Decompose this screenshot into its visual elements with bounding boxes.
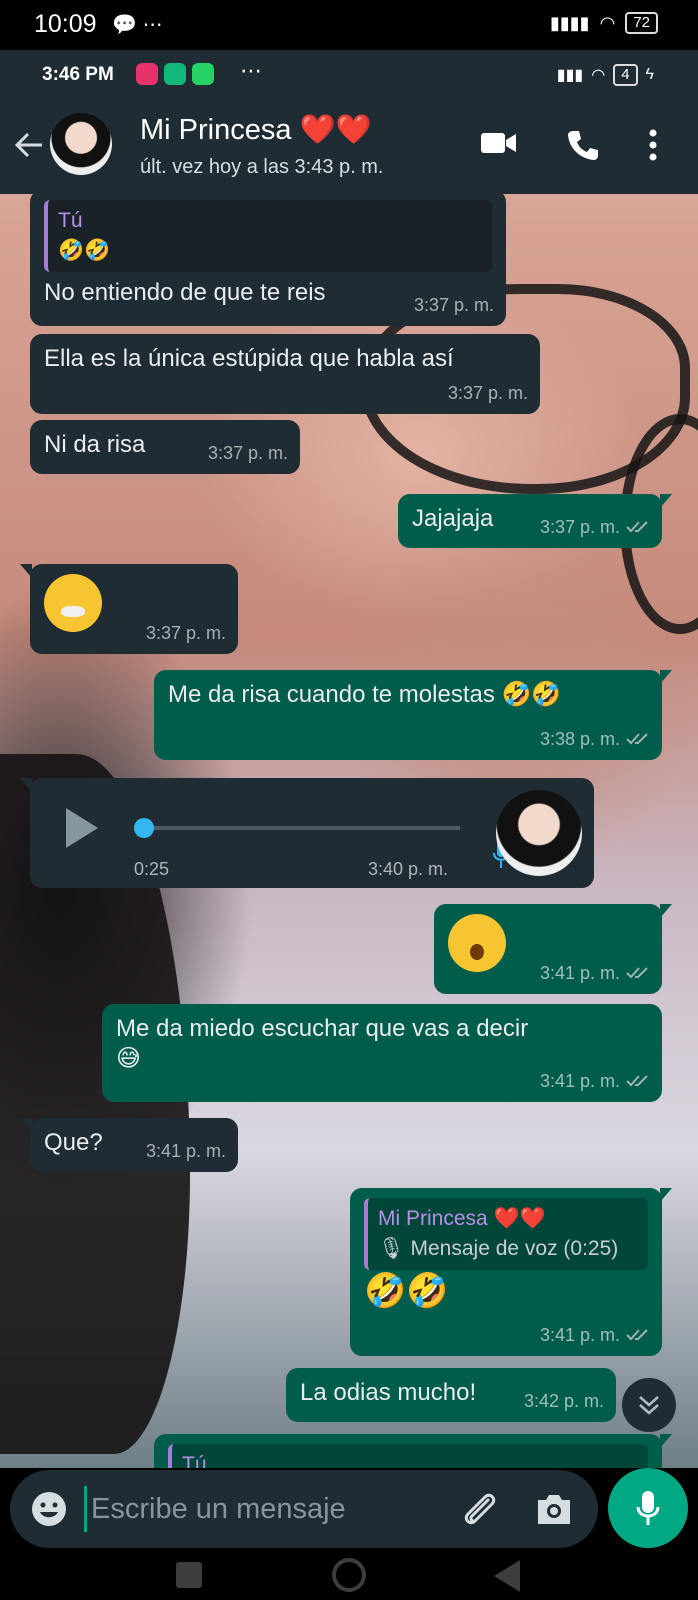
message-text: La odias mucho! — [300, 1379, 477, 1406]
scroll-to-bottom-button[interactable] — [622, 1378, 676, 1432]
voice-progress-track[interactable] — [142, 826, 460, 830]
battery-icon: 4 — [613, 64, 638, 86]
quote-author: Tú — [182, 1453, 207, 1468]
message-outgoing[interactable]: Tú — [154, 1434, 672, 1468]
battery-icon: 72 — [625, 12, 658, 34]
video-call-icon[interactable] — [480, 128, 518, 158]
home-button[interactable] — [332, 1558, 366, 1592]
message-time: 3:41 p. m. — [540, 1066, 650, 1096]
device-status-icons: ▮▮▮▮ ◠ 72 — [550, 12, 658, 34]
message-text: No entiendo de que te reis — [44, 279, 326, 306]
message-input[interactable] — [84, 1486, 424, 1532]
signal-icon: ▮▮▮ — [556, 67, 584, 84]
double-check-icon — [626, 967, 648, 979]
app-clock: 3:46 PM — [42, 64, 114, 85]
double-check-icon — [626, 1329, 648, 1341]
double-check-icon — [626, 521, 648, 533]
message-outgoing[interactable]: 3:41 p. m. — [434, 904, 672, 994]
notification-icons: 💬 ⋯ — [112, 14, 163, 36]
whatsapp-icon — [192, 63, 214, 85]
message-text: Ni da risa — [44, 431, 146, 458]
message-incoming[interactable]: Que? 3:41 p. m. — [20, 1118, 238, 1172]
message-time: 3:41 p. m. — [145, 1141, 226, 1161]
message-text: Jajajaja — [412, 505, 494, 532]
app-status-bar: 3:46 PM ⋯ ▮▮▮ ◠ 4 ϟ — [0, 50, 698, 98]
app-status-icons: ▮▮▮ ◠ 4 ϟ — [557, 64, 654, 86]
wifi-icon: ◠ — [599, 12, 616, 33]
wifi-icon: ◠ — [591, 67, 606, 84]
message-outgoing[interactable]: Me da miedo escuchar que vas a decir 😅 3… — [102, 1004, 662, 1102]
contact-name[interactable]: Mi Princesa ❤️❤️ — [140, 113, 372, 147]
system-navigation-bar — [0, 1556, 698, 1600]
quote-text: 🎙 Mensaje de voz (0:25) — [378, 1237, 619, 1260]
chat-area[interactable]: Tú 🤣🤣 No entiendo de que te reis 3:37 p.… — [0, 194, 698, 1468]
message-input-container — [10, 1470, 598, 1548]
quote-author: Tú — [58, 209, 83, 232]
more-notifications-icon: ⋯ — [240, 58, 262, 83]
voice-record-button[interactable] — [608, 1468, 688, 1548]
message-time: 3:37 p. m. — [540, 512, 650, 542]
notification-app-icons — [136, 63, 214, 85]
double-check-icon — [626, 733, 648, 745]
message-text: Me da miedo escuchar que vas a decir — [116, 1015, 529, 1042]
message-time: 3:37 p. m. — [207, 443, 288, 463]
message-incoming[interactable]: Ni da risa 3:37 p. m. — [30, 420, 300, 474]
quoted-message[interactable]: Tú 🤣🤣 — [44, 200, 492, 272]
surprised-face-emoji — [448, 914, 506, 972]
double-check-icon — [626, 1075, 648, 1087]
recents-button[interactable] — [176, 1562, 202, 1588]
message-time: 3:41 p. m. — [540, 1320, 650, 1350]
contact-avatar[interactable] — [50, 113, 112, 175]
message-outgoing[interactable]: La odias mucho! 3:42 p. m. — [286, 1368, 616, 1422]
message-outgoing[interactable]: Me da risa cuando te molestas 🤣🤣 3:38 p.… — [154, 670, 672, 760]
message-time: 3:40 p. m. — [368, 859, 449, 879]
microphone-icon — [636, 1491, 660, 1525]
quoted-message[interactable]: Mi Princesa ❤️❤️ 🎙 Mensaje de voz (0:25) — [364, 1198, 648, 1270]
message-text: Me da risa cuando te molestas 🤣🤣 — [168, 681, 562, 708]
message-incoming[interactable]: Tú 🤣🤣 No entiendo de que te reis 3:37 p.… — [30, 194, 506, 326]
quote-text: 🤣🤣 — [58, 239, 111, 262]
voice-progress-knob[interactable] — [134, 818, 154, 838]
voice-message[interactable]: 0:25 3:40 p. m. — [20, 778, 594, 888]
message-time: 3:37 p. m. — [145, 623, 226, 643]
charging-icon: ϟ — [645, 66, 654, 83]
emoji-icon[interactable] — [30, 1490, 68, 1528]
play-icon[interactable] — [66, 808, 98, 848]
device-clock: 10:09 — [34, 10, 97, 38]
message-outgoing[interactable]: Mi Princesa ❤️❤️ 🎙 Mensaje de voz (0:25)… — [350, 1188, 672, 1356]
paperclip-icon[interactable] — [458, 1488, 500, 1530]
device-status-bar: 10:09 💬 ⋯ ▮▮▮▮ ◠ 72 — [0, 0, 698, 50]
voice-duration: 0:25 — [134, 859, 170, 879]
message-incoming[interactable]: 3:37 p. m. — [20, 564, 238, 654]
back-arrow-icon[interactable] — [12, 128, 46, 162]
chat-header: Mi Princesa ❤️❤️ últ. vez hoy a las 3:43… — [0, 98, 698, 194]
message-incoming[interactable]: Ella es la única estúpida que habla así … — [30, 334, 540, 414]
more-options-icon[interactable] — [648, 128, 658, 162]
message-time: 3:41 p. m. — [540, 958, 650, 988]
message-time: 3:37 p. m. — [413, 295, 494, 315]
message-text: Ella es la única estúpida que habla así — [44, 345, 454, 372]
double-chevron-down-icon — [639, 1396, 659, 1415]
quote-author: Mi Princesa ❤️❤️ — [378, 1207, 546, 1230]
message-composer — [0, 1468, 698, 1556]
huffing-face-emoji — [44, 574, 102, 632]
vpn-icon — [164, 63, 186, 85]
message-text: Que? — [44, 1129, 103, 1156]
message-text: 🤣🤣 — [364, 1272, 449, 1310]
camera-icon[interactable] — [534, 1490, 574, 1528]
message-time: 3:37 p. m. — [447, 383, 528, 403]
signal-icon: ▮▮▮▮ — [549, 12, 590, 33]
back-button[interactable] — [494, 1560, 520, 1592]
message-outgoing[interactable]: Jajajaja 3:37 p. m. — [398, 494, 672, 548]
sender-avatar — [496, 790, 582, 876]
tiktok-icon — [136, 63, 158, 85]
quoted-message[interactable]: Tú — [168, 1444, 648, 1468]
message-time: 3:38 p. m. — [540, 724, 650, 754]
message-time: 3:42 p. m. — [523, 1391, 604, 1411]
last-seen-status: últ. vez hoy a las 3:43 p. m. — [140, 156, 384, 178]
phone-call-icon[interactable] — [566, 128, 600, 162]
